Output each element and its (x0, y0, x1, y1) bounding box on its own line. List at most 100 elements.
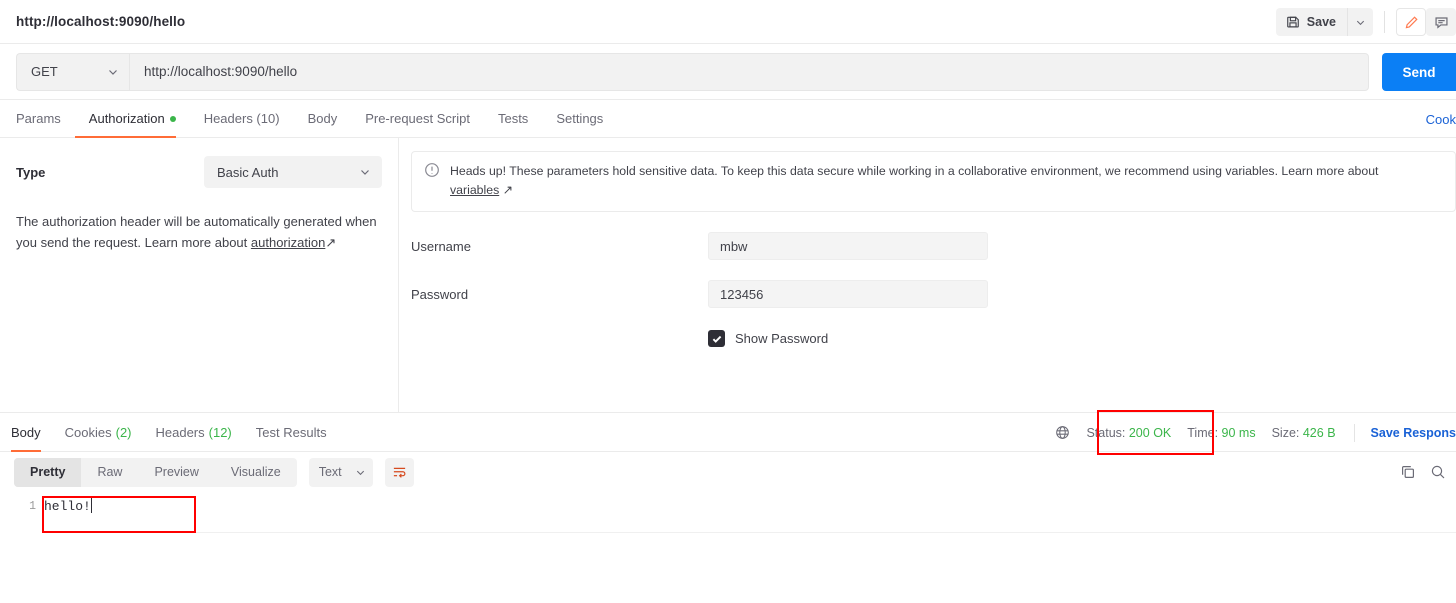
http-method-select[interactable]: GET (16, 52, 129, 91)
auth-type-select[interactable]: Basic Auth (204, 156, 382, 188)
response-tab-test-results[interactable]: Test Results (244, 413, 339, 451)
top-bar-actions: Save (1275, 0, 1456, 44)
chevron-down-icon (1355, 17, 1366, 28)
text-cursor (90, 498, 93, 513)
toolbar-divider (1384, 11, 1385, 33)
response-view-segmented-control: Pretty Raw Preview Visualize (14, 457, 297, 487)
top-bar: http://localhost:9090/hello Save (0, 0, 1456, 44)
password-row: Password 123456 (411, 280, 1456, 308)
tab-label: Headers (155, 424, 205, 440)
tab-headers[interactable]: Headers (10) (190, 100, 294, 137)
cookies-link[interactable]: Cook (1426, 100, 1456, 138)
response-tab-cookies[interactable]: Cookies (2) (53, 413, 144, 451)
time-value: 90 ms (1221, 425, 1256, 440)
response-tab-body[interactable]: Body (11, 413, 53, 452)
save-button[interactable]: Save (1275, 8, 1347, 36)
password-label: Password (411, 286, 469, 302)
tab-label: Pre-request Script (365, 111, 470, 126)
status-item: Status: 200 OK (1086, 426, 1171, 440)
tab-body[interactable]: Body (294, 100, 352, 137)
response-toolbar: Pretty Raw Preview Visualize Text (0, 452, 1456, 492)
tab-label: Authorization (88, 111, 165, 126)
auth-type-label: Type (16, 164, 46, 180)
response-body[interactable]: 1 hello! (0, 492, 1456, 574)
response-format-value: Text (318, 465, 342, 479)
save-button-label: Save (1306, 15, 1336, 29)
tab-label: Tests (497, 111, 529, 126)
tab-pre-request-script[interactable]: Pre-request Script (351, 100, 484, 137)
time-label: Time: (1187, 425, 1219, 440)
send-button[interactable]: Send (1382, 53, 1456, 91)
tab-label: Body (307, 111, 338, 126)
response-tab-headers[interactable]: Headers (12) (144, 413, 244, 451)
size-label: Size: (1271, 425, 1300, 440)
search-button[interactable] (1430, 464, 1446, 480)
username-label: Username (411, 238, 471, 254)
password-input[interactable]: 123456 (708, 280, 988, 308)
view-visualize-button[interactable]: Visualize (215, 458, 297, 487)
auth-type-value: Basic Auth (217, 164, 279, 180)
tab-params[interactable]: Params (16, 100, 75, 137)
request-title: http://localhost:9090/hello (16, 14, 186, 29)
comment-icon (1434, 15, 1449, 30)
request-tabs: Params Authorization Headers (10) Body P… (0, 100, 1456, 138)
chevron-down-icon (355, 467, 366, 478)
url-input[interactable]: http://localhost:9090/hello (129, 52, 1369, 91)
code-line-underline (54, 532, 1456, 533)
modified-dot-icon (169, 115, 176, 122)
show-password-checkbox[interactable] (708, 330, 725, 347)
line-number: 1 (29, 499, 36, 513)
floppy-disk-icon (1286, 15, 1300, 29)
chevron-down-icon (107, 66, 119, 78)
status-label: Status: (1086, 425, 1126, 440)
tab-authorization[interactable]: Authorization (74, 100, 190, 138)
save-response-link[interactable]: Save Respons (1371, 426, 1456, 440)
alert-circle-icon (424, 162, 440, 200)
tab-label: Headers (10) (203, 111, 280, 126)
tab-tests[interactable]: Tests (484, 100, 542, 137)
response-body-value: hello! (44, 499, 91, 514)
view-pretty-button[interactable]: Pretty (14, 457, 82, 487)
notice-text: Heads up! These parameters hold sensitiv… (450, 162, 1378, 200)
url-row: GET http://localhost:9090/hello Send (0, 44, 1456, 100)
sensitive-data-notice: Heads up! These parameters hold sensitiv… (411, 151, 1456, 212)
username-input[interactable]: mbw (708, 232, 988, 260)
tab-count: (2) (115, 424, 132, 440)
username-row: Username mbw (411, 232, 1456, 260)
size-value: 426 B (1302, 425, 1336, 440)
notice-message: Heads up! These parameters hold sensitiv… (450, 164, 1379, 178)
tab-label: Params (16, 111, 61, 126)
save-dropdown-button[interactable] (1347, 8, 1373, 36)
tab-label: Test Results (255, 424, 327, 440)
response-panel: Body Cookies (2) Headers (12) Test Resul… (0, 413, 1456, 574)
edit-request-button[interactable] (1396, 8, 1426, 36)
code-line: 1 hello! (0, 492, 1456, 514)
status-value: 200 OK (1128, 425, 1172, 440)
pencil-icon (1404, 15, 1419, 30)
response-toolbar-right (1400, 452, 1446, 492)
http-method-value: GET (31, 64, 58, 79)
tab-count: (12) (208, 424, 232, 440)
tab-label: Settings (556, 111, 604, 126)
external-link-arrow-icon: ↗ (502, 183, 513, 197)
status-divider (1353, 423, 1355, 442)
wrap-lines-button[interactable] (384, 457, 414, 487)
view-raw-button[interactable]: Raw (81, 458, 138, 487)
authorization-panel: Type Basic Auth The authorization header… (0, 138, 1456, 413)
comment-button[interactable] (1426, 8, 1456, 36)
tab-settings[interactable]: Settings (542, 100, 617, 137)
chevron-down-icon (359, 166, 371, 178)
variables-learn-more-link[interactable]: variables (450, 183, 499, 197)
time-item: Time: 90 ms (1187, 426, 1255, 440)
auth-fields-panel: Heads up! These parameters hold sensitiv… (399, 138, 1456, 412)
tab-label: Cookies (64, 424, 112, 440)
view-preview-button[interactable]: Preview (138, 458, 214, 487)
response-format-select[interactable]: Text (308, 457, 373, 487)
copy-button[interactable] (1400, 464, 1416, 480)
auth-type-panel: Type Basic Auth The authorization header… (0, 138, 399, 412)
response-body-text[interactable]: hello! (44, 498, 93, 514)
globe-icon (1055, 425, 1070, 440)
authorization-learn-more-link[interactable]: authorization (251, 235, 325, 250)
auth-description: The authorization header will be automat… (16, 211, 382, 253)
wrap-lines-icon (392, 465, 407, 480)
